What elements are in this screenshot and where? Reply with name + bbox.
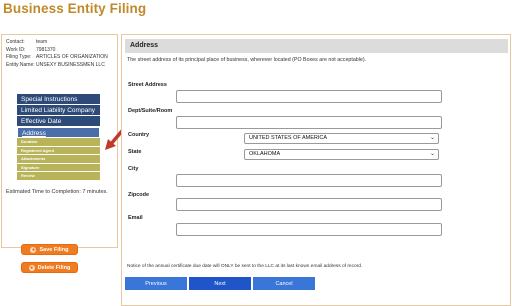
chevron-down-icon: ⌄ <box>429 135 435 141</box>
delete-filing-label: Delete Filing <box>37 264 71 271</box>
info-row-contact: Contact: team <box>6 39 108 47</box>
zipcode-label: Zipcode <box>128 192 150 198</box>
info-label: Work ID: <box>6 46 26 53</box>
info-label: Filing Type: <box>6 54 32 60</box>
nav-item-signature[interactable]: Signature <box>17 163 100 172</box>
nav-item-address[interactable]: Address <box>17 127 100 138</box>
info-label: Contact: <box>6 39 25 45</box>
previous-button[interactable]: Previous <box>125 277 187 290</box>
state-label: State <box>128 149 142 155</box>
filing-steps-nav: Special Instructions Limited Liability C… <box>17 94 100 181</box>
nav-item-review[interactable]: Review <box>17 172 100 181</box>
street-address-label: Street Address <box>128 82 167 88</box>
email-label: Email <box>128 215 143 221</box>
chevron-down-icon: ⌄ <box>429 151 435 157</box>
estimated-time: Estimated Time to Completion: 7 minutes. <box>6 189 108 195</box>
info-value: UNSEXY BUSINESSMEN LLC <box>36 61 105 68</box>
country-label: Country <box>128 132 150 138</box>
next-button[interactable]: Next <box>189 277 251 290</box>
info-value: 7981370 <box>36 46 56 53</box>
nav-item-special-instructions[interactable]: Special Instructions <box>17 94 100 105</box>
state-select[interactable]: OKLAHOMA ⌄ <box>244 149 439 160</box>
dept-suite-room-input[interactable] <box>176 116 442 129</box>
notice-text: Notice of the annual certificate due dat… <box>127 264 363 269</box>
save-filing-label: Save Filing <box>39 246 69 253</box>
state-value: OKLAHOMA <box>249 151 281 157</box>
country-select[interactable]: UNITED STATES OF AMERICA ⌄ <box>244 133 439 144</box>
info-row-work-id: Work ID: 7981370 <box>6 47 108 55</box>
info-value: team <box>36 39 48 45</box>
filing-info: Contact: team Work ID: 7981370 Filing Ty… <box>6 39 108 69</box>
cancel-button[interactable]: Cancel <box>253 277 315 290</box>
city-input[interactable] <box>176 174 442 187</box>
section-title: Address <box>125 39 508 53</box>
info-label: Entity Name: <box>6 61 35 68</box>
section-description: The street address of its principal plac… <box>127 57 367 63</box>
delete-filing-button[interactable]: ● Delete Filing <box>21 262 78 273</box>
save-filing-button[interactable]: ● Save Filing <box>21 244 78 255</box>
street-address-input[interactable] <box>176 90 442 103</box>
city-label: City <box>128 166 139 172</box>
info-row-filing-type: Filing Type: ARTICLES OF ORGANIZATION <box>6 54 108 62</box>
dept-suite-room-label: Dept/Suite/Room <box>128 108 173 114</box>
nav-item-registered-agent[interactable]: Registered Agent <box>17 146 100 155</box>
address-form-panel: Address The street address of its princi… <box>121 34 511 306</box>
save-icon: ● <box>30 246 37 253</box>
info-value: ARTICLES OF ORGANIZATION <box>36 54 108 60</box>
page-title: Business Entity Filing <box>3 1 147 16</box>
country-value: UNITED STATES OF AMERICA <box>249 135 328 141</box>
filing-sidebar: Contact: team Work ID: 7981370 Filing Ty… <box>1 34 118 273</box>
nav-item-duration[interactable]: Duration <box>17 138 100 147</box>
nav-item-effective-date[interactable]: Effective Date <box>17 116 100 127</box>
nav-item-attachments[interactable]: Attachments <box>17 155 100 164</box>
info-row-entity-name: Entity Name: UNSEXY BUSINESSMEN LLC <box>6 62 108 70</box>
delete-icon: ● <box>28 264 35 271</box>
email-input[interactable] <box>176 223 442 236</box>
nav-item-limited-liability-company[interactable]: Limited Liability Company <box>17 105 100 116</box>
zipcode-input[interactable] <box>176 198 442 211</box>
